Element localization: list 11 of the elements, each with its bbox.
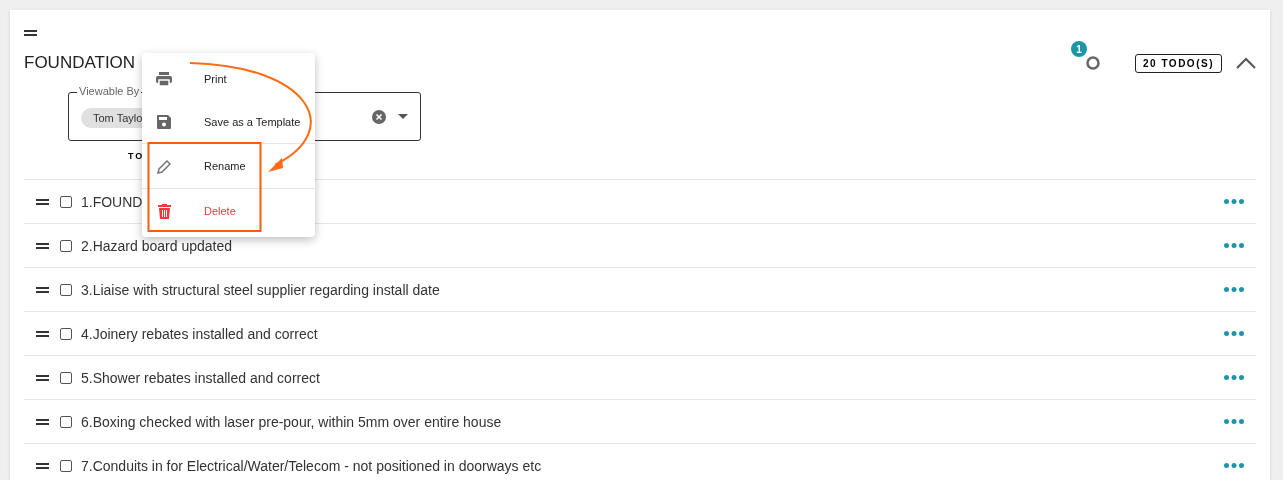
todo-count: 20 TODO(S) [1135, 53, 1222, 73]
todo-text: 1.FOUND [81, 193, 144, 210]
todo-text: 7.Conduits in for Electrical/Water/Telecom - not positioned in doorways etc [81, 457, 543, 474]
todo-text: 3.Liaise with structural steel supplier regarding install date [81, 281, 441, 298]
todo-text: 6.Boxing checked with laser pre-pour, within 5mm over entire house [81, 413, 503, 430]
todo-text: 4.Joinery rebates installed and correct [81, 325, 319, 342]
todo-text: 2.Hazard board updated [81, 237, 233, 254]
checklist-title: FOUNDATION [24, 53, 137, 73]
notification-badge: 1 [1071, 41, 1087, 57]
todo-text: 5.Shower rebates installed and correct [81, 369, 321, 386]
field-label: Viewable By [77, 85, 142, 97]
